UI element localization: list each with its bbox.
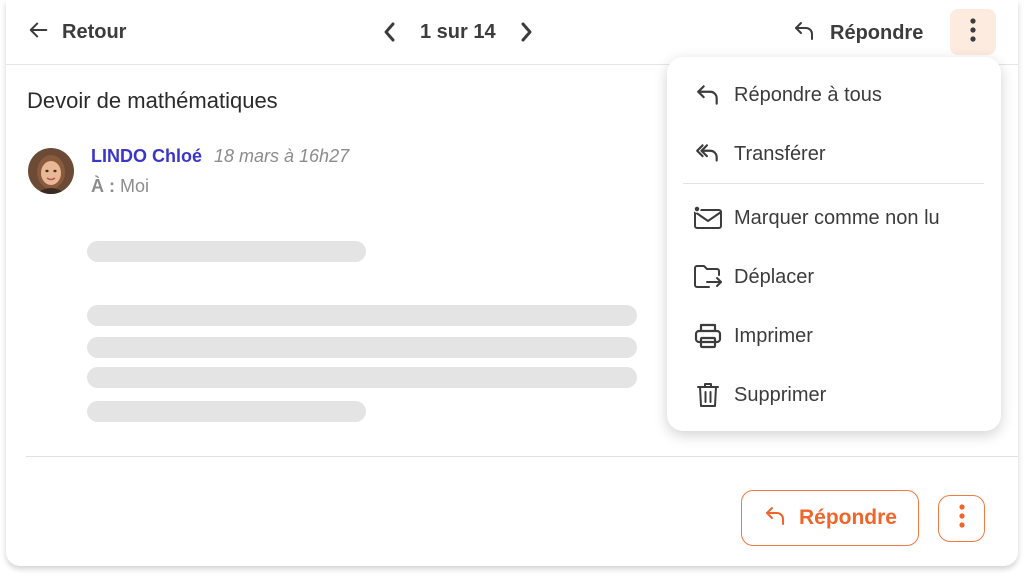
- reply-all-icon: [693, 80, 723, 110]
- reply-button-top[interactable]: Répondre: [792, 18, 923, 48]
- print-icon: [693, 321, 723, 351]
- previous-message-button[interactable]: [382, 21, 398, 43]
- back-label: Retour: [62, 20, 127, 43]
- menu-item-label: Transférer: [734, 142, 826, 165]
- recipient-value: Moi: [120, 176, 150, 196]
- skeleton-line: [87, 337, 637, 358]
- recipient-line: À : Moi: [91, 176, 149, 197]
- move-folder-icon: [693, 262, 723, 292]
- message-date: 18 mars à 16h27: [214, 146, 350, 166]
- trash-icon: [693, 380, 723, 410]
- skeleton-line: [87, 241, 366, 262]
- message-toolbar: Retour 1 sur 14 Répondre: [6, 0, 1018, 65]
- arrow-left-icon: [28, 19, 50, 46]
- menu-item-label: Marquer comme non lu: [734, 206, 940, 229]
- skeleton-line: [87, 401, 366, 422]
- sender-name[interactable]: LINDO Chloé: [91, 146, 202, 167]
- reply-label-top: Répondre: [830, 21, 924, 44]
- more-options-button-top[interactable]: [950, 9, 996, 55]
- divider: [26, 456, 1018, 457]
- reply-label-bottom: Répondre: [798, 506, 897, 529]
- back-button[interactable]: Retour: [28, 18, 126, 46]
- skeleton-line: [87, 367, 637, 388]
- mark-unread-icon: [693, 203, 723, 233]
- skeleton-line: [87, 305, 637, 326]
- menu-divider: [683, 183, 984, 184]
- menu-item-print[interactable]: Imprimer: [667, 310, 1001, 362]
- next-message-button[interactable]: [518, 21, 534, 43]
- more-options-button-bottom[interactable]: [938, 495, 985, 542]
- menu-item-reply-all[interactable]: Répondre à tous: [667, 69, 1001, 121]
- reply-icon: [763, 504, 787, 533]
- message-subject: Devoir de mathématiques: [27, 88, 278, 113]
- sender-line: LINDO Chloé 18 mars à 16h27: [91, 146, 349, 167]
- more-vertical-icon: [969, 17, 977, 48]
- more-vertical-icon: [958, 503, 966, 534]
- menu-item-label: Déplacer: [734, 265, 815, 288]
- menu-item-label: Imprimer: [734, 324, 813, 347]
- reply-button-bottom[interactable]: Répondre: [741, 490, 919, 546]
- avatar: [28, 148, 74, 194]
- menu-item-forward[interactable]: Transférer: [667, 128, 1001, 180]
- reply-icon: [792, 19, 816, 48]
- menu-item-label: Supprimer: [734, 383, 827, 406]
- forward-icon: [693, 139, 723, 169]
- menu-item-label: Répondre à tous: [734, 83, 882, 106]
- menu-item-mark-unread[interactable]: Marquer comme non lu: [667, 192, 1001, 244]
- menu-item-delete[interactable]: Supprimer: [667, 369, 1001, 421]
- menu-item-move[interactable]: Déplacer: [667, 251, 1001, 303]
- actions-dropdown-menu: Répondre à tous Transférer Marquer comme…: [667, 57, 1001, 431]
- pager: 1 sur 14: [382, 18, 534, 46]
- pager-count: 1 sur 14: [420, 20, 496, 43]
- recipient-label: À :: [91, 176, 115, 196]
